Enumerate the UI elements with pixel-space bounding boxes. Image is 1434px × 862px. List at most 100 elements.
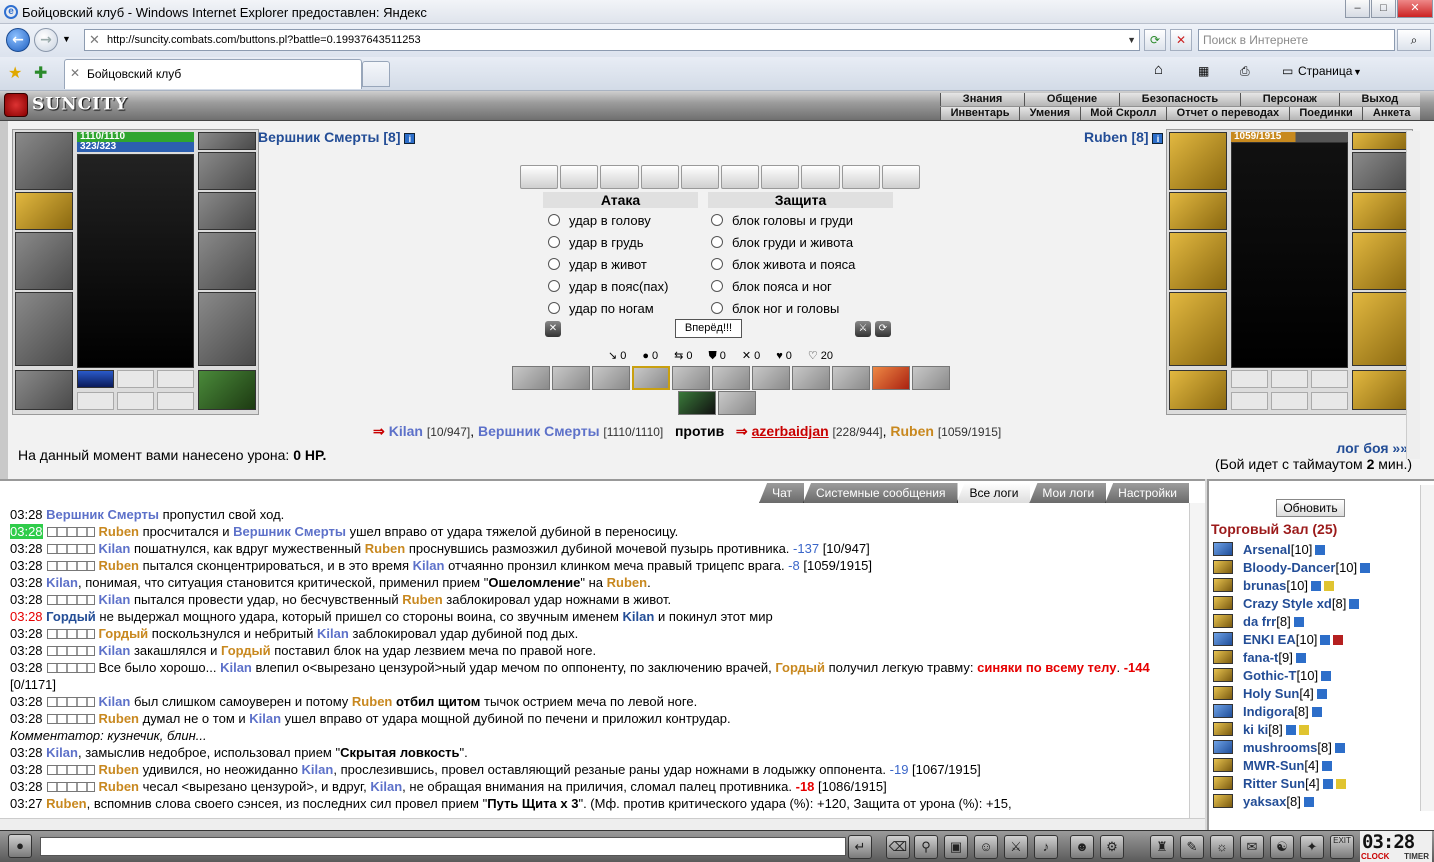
maximize-button[interactable]: □ <box>1371 0 1396 18</box>
enemy-avatar[interactable] <box>1231 142 1348 368</box>
user-row[interactable]: Bloody-Dancer[10] <box>1213 559 1413 577</box>
submenu-item-2[interactable]: Мой Скролл <box>1079 107 1167 120</box>
defense-option-1[interactable]: блок груди и живота <box>711 235 853 251</box>
log-horizontal-scrollbar[interactable] <box>0 818 1205 830</box>
ring-slot-empty[interactable] <box>117 370 154 388</box>
attack-option-3[interactable]: удар в пояс(пах) <box>548 279 668 295</box>
user-name[interactable]: da frr <box>1243 614 1276 629</box>
skills-icon[interactable]: ✎ <box>1180 835 1204 859</box>
user-name[interactable]: mushrooms <box>1243 740 1317 755</box>
chat-input[interactable] <box>40 837 846 856</box>
add-favorite-icon[interactable]: ✚ <box>34 63 47 83</box>
player-name[interactable]: Вершник Смерты [8] i <box>258 129 416 145</box>
user-name[interactable]: Holy Sun <box>1243 686 1299 701</box>
user-info-icon[interactable] <box>1320 635 1331 645</box>
tactic-icon[interactable] <box>912 366 950 390</box>
radio-icon[interactable] <box>548 280 560 292</box>
scroll-slot[interactable] <box>680 165 720 189</box>
team1-fighter-kilan[interactable]: Kilan <box>389 423 423 439</box>
tactic-icon[interactable] <box>718 391 756 415</box>
radio-icon[interactable] <box>548 302 560 314</box>
enemy-helmet-slot[interactable] <box>1169 132 1227 190</box>
enemy-scroll-slot[interactable] <box>1231 392 1268 410</box>
user-info-icon[interactable] <box>1321 671 1332 681</box>
user-row[interactable]: Crazy Style xd[8] <box>1213 595 1413 613</box>
user-info-icon[interactable] <box>1311 707 1322 717</box>
history-dropdown-icon[interactable]: ▼ <box>62 34 71 44</box>
filter-icon[interactable]: ⚲ <box>914 835 938 859</box>
user-name[interactable]: MWR-Sun <box>1243 758 1304 773</box>
clear-icon[interactable]: ⌫ <box>886 835 910 859</box>
submenu-item-5[interactable]: Анкета <box>1362 107 1421 120</box>
team1-fighter-player[interactable]: Вершник Смерты <box>478 423 600 439</box>
bracers-slot[interactable] <box>15 192 73 230</box>
user-name[interactable]: ki ki <box>1243 722 1268 737</box>
stop-icon[interactable]: ✕ <box>1170 29 1192 51</box>
earring-slot[interactable] <box>198 132 256 150</box>
menu-item-3[interactable]: Персонаж <box>1239 93 1339 106</box>
attack-option-1[interactable]: удар в грудь <box>548 235 644 251</box>
chat-mode-icon[interactable]: ● <box>8 834 32 858</box>
menu-item-1[interactable]: Общение <box>1024 93 1119 106</box>
radio-icon[interactable] <box>711 280 723 292</box>
exit-button[interactable]: EXIT <box>1330 835 1354 859</box>
user-info-icon[interactable] <box>1293 617 1304 627</box>
user-row[interactable]: Gothic-T[10] <box>1213 667 1413 685</box>
attack-option-4[interactable]: удар по ногам <box>548 301 654 317</box>
scroll-slot-empty[interactable] <box>77 392 114 410</box>
print-icon[interactable]: ⎙ <box>1240 64 1250 79</box>
refresh-icon[interactable]: ⟳ <box>1144 29 1166 51</box>
sword-icon[interactable]: ⚔ <box>1004 835 1028 859</box>
user-info-icon[interactable] <box>1334 743 1345 753</box>
user-name[interactable]: Arsenal <box>1243 542 1291 557</box>
send-icon[interactable]: ↵ <box>848 835 872 859</box>
log-scrollbar[interactable] <box>1189 503 1205 818</box>
radio-icon[interactable] <box>548 236 560 248</box>
radio-icon[interactable] <box>711 258 723 270</box>
scroll-slot[interactable] <box>721 165 760 189</box>
page-menu-chevron-icon[interactable]: ▼ <box>1353 67 1362 77</box>
user-info-icon[interactable] <box>1321 761 1332 771</box>
battle-log-link[interactable]: лог боя »» <box>1336 440 1408 456</box>
search-icon[interactable]: ⌕ <box>1397 29 1431 51</box>
home-icon[interactable]: ⌂ <box>1154 61 1163 78</box>
submenu-item-4[interactable]: Поединки <box>1288 107 1363 120</box>
back-button[interactable]: ← <box>6 28 30 52</box>
scroll-slot[interactable] <box>600 165 639 189</box>
amulet-slot[interactable] <box>198 152 256 190</box>
ring-slot[interactable] <box>77 370 114 388</box>
tactic-icon[interactable] <box>512 366 550 390</box>
tactic-icon[interactable] <box>592 366 630 390</box>
enemy-amulet-slot[interactable] <box>1352 152 1410 190</box>
team2-fighter-ruben[interactable]: Ruben <box>890 423 934 439</box>
defense-option-4[interactable]: блок ног и головы <box>711 301 839 317</box>
enemy-armor-slot[interactable] <box>1169 292 1227 366</box>
favorites-star-icon[interactable]: ★ <box>8 63 22 83</box>
menu-item-2[interactable]: Безопасность <box>1118 93 1240 106</box>
tactic-icon[interactable] <box>678 391 716 415</box>
weapon-slot[interactable] <box>15 232 73 290</box>
auto-icon[interactable]: ⚔ <box>855 321 871 337</box>
log-tab-4[interactable]: Настройки <box>1105 483 1189 503</box>
user-info-icon[interactable] <box>1303 797 1314 807</box>
close-window-button[interactable]: ✕ <box>1397 0 1433 18</box>
user-row[interactable]: mushrooms[8] <box>1213 739 1413 757</box>
settings-icon[interactable]: ⚙ <box>1100 835 1124 859</box>
tactic-icon[interactable] <box>832 366 870 390</box>
player-avatar[interactable] <box>77 154 194 368</box>
refresh-battle-icon[interactable]: ⟳ <box>875 321 891 337</box>
mail-icon[interactable]: ✉ <box>1240 835 1264 859</box>
map-icon[interactable]: ☼ <box>1210 835 1234 859</box>
user-row[interactable]: Indigora[8] <box>1213 703 1413 721</box>
user-row[interactable]: ENKI EA[10] <box>1213 631 1413 649</box>
log-tab-0[interactable]: Чат <box>759 483 804 503</box>
gloves-slot[interactable] <box>198 192 256 230</box>
search-input[interactable]: Поиск в Интернете <box>1198 29 1395 51</box>
tactic-icon[interactable] <box>552 366 590 390</box>
tab-active[interactable]: ✕ Бойцовский клуб <box>64 59 362 89</box>
log-tab-2[interactable]: Все логи <box>956 483 1031 503</box>
scroll-slot[interactable] <box>560 165 599 189</box>
ring-slot-empty[interactable] <box>157 370 194 388</box>
user-name[interactable]: Crazy Style xd <box>1243 596 1332 611</box>
attack-option-2[interactable]: удар в живот <box>548 257 647 273</box>
